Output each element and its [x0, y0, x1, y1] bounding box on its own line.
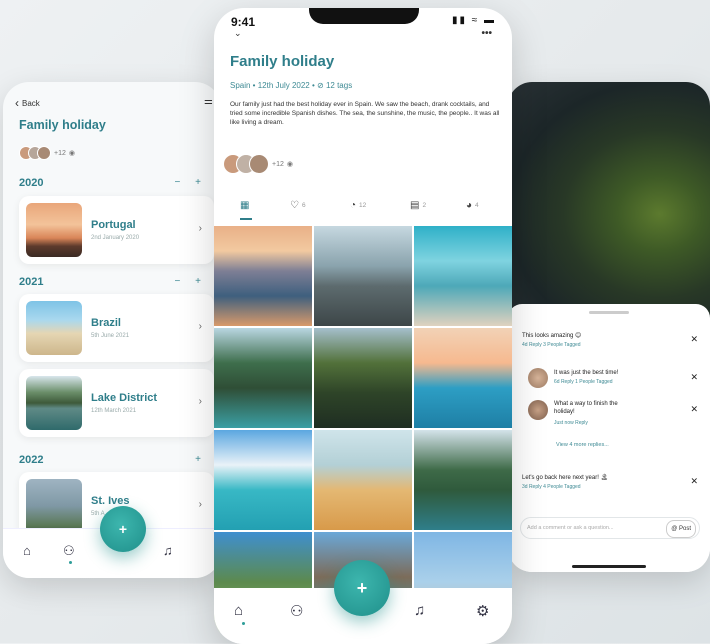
photo-tile[interactable] — [414, 328, 512, 428]
tab-likes[interactable]: ♡ 6 — [290, 200, 306, 211]
comment-input[interactable]: Add a comment or ask a question... @ Pos… — [520, 517, 700, 539]
gear-icon[interactable]: ⚙ — [476, 602, 489, 620]
year-controls[interactable]: − + — [175, 276, 207, 287]
album-meta: Spain • 12th July 2022 • ⊘ 12 tags — [230, 81, 353, 90]
file-icon: ▤ — [410, 200, 420, 211]
close-icon[interactable]: ✕ — [690, 372, 698, 383]
page-title: Family holiday — [19, 118, 106, 132]
grid-icon: ▦ — [240, 200, 250, 211]
notch — [309, 8, 419, 24]
trip-thumbnail — [26, 479, 82, 533]
album-description: Our family just had the best holiday eve… — [230, 101, 500, 126]
year-heading: 2021 — [19, 276, 44, 288]
people-icon[interactable]: ⚇ — [290, 602, 303, 620]
chevron-left-icon: ‹ — [15, 96, 19, 110]
avatar-count: +12 — [54, 149, 66, 157]
avatar-group[interactable]: +12 ◉ — [223, 154, 293, 174]
avatar — [528, 400, 548, 420]
chevron-right-icon: › — [198, 499, 202, 510]
year-controls[interactable]: + — [195, 454, 207, 465]
right-phone: This looks amazing 😊 4d Reply 3 People T… — [508, 82, 710, 572]
chevron-right-icon: › — [198, 223, 202, 234]
left-phone: ‹ Back ⚌ Family holiday +12 ◉ 2020 − + Po… — [3, 82, 221, 578]
people-tag-icon: ◕ — [466, 200, 473, 211]
photo-tile[interactable] — [214, 226, 312, 326]
view-more-replies[interactable]: View 4 more replies... — [556, 442, 609, 448]
trip-thumbnail — [26, 301, 82, 355]
eye-icon: ◉ — [286, 161, 293, 168]
tab-comments[interactable]: ◔ 12 — [350, 200, 366, 211]
center-phone: 9:41 ▮▮ ≈ ▬ ⌄ ••• Family holiday Spain •… — [214, 8, 512, 644]
comments-sheet: This looks amazing 😊 4d Reply 3 People T… — [508, 304, 710, 572]
tab-grid[interactable]: ▦ — [240, 200, 249, 211]
chevron-right-icon: › — [198, 321, 202, 332]
comment-reply: It was just the best time! 6d Reply 1 Pe… — [554, 370, 619, 385]
status-icons: ▮▮ ≈ ▬ — [451, 15, 496, 26]
tab-files[interactable]: ▤ 2 — [410, 200, 426, 211]
trip-card-brazil[interactable]: Brazil 5th June 2021 › — [19, 294, 214, 362]
active-indicator — [242, 622, 245, 625]
home-icon[interactable]: ⌂ — [234, 602, 243, 619]
photo-tile[interactable] — [414, 430, 512, 530]
post-button[interactable]: @ Post — [666, 520, 696, 538]
avatar-count: +12 — [272, 160, 284, 168]
avatar — [249, 154, 269, 174]
close-icon[interactable]: ✕ — [690, 476, 698, 487]
close-icon[interactable]: ✕ — [690, 334, 698, 345]
content-tabs: ▦ ♡ 6 ◔ 12 ▤ 2 ◕ 4 — [214, 200, 512, 224]
avatar-group[interactable]: +12 ◉ — [19, 146, 75, 160]
sheet-handle[interactable] — [589, 311, 629, 314]
trip-thumbnail — [26, 203, 82, 257]
photo-tile[interactable] — [414, 226, 512, 326]
chevron-down-icon[interactable]: ⌄ — [234, 28, 242, 39]
more-icon[interactable]: ••• — [481, 28, 492, 39]
photo-preview — [508, 82, 710, 322]
bell-icon[interactable]: ♫ — [163, 543, 173, 558]
photo-tile[interactable] — [214, 430, 312, 530]
avatar — [37, 146, 51, 160]
people-icon[interactable]: ⚇ — [63, 543, 75, 559]
photo-tile[interactable] — [314, 430, 412, 530]
tag-icon: ⊘ — [317, 81, 326, 90]
comment: Let's go back here next year! 🏝 3d Reply… — [522, 475, 609, 490]
comment-icon: ◔ — [350, 200, 357, 211]
heart-icon: ♡ — [290, 200, 299, 211]
active-tab-indicator — [240, 218, 252, 220]
photo-tile[interactable] — [214, 328, 312, 428]
back-button[interactable]: ‹ Back — [15, 96, 40, 110]
add-button[interactable]: + — [334, 560, 390, 616]
home-icon[interactable]: ⌂ — [23, 543, 31, 558]
avatar — [528, 368, 548, 388]
active-indicator — [69, 561, 72, 564]
bell-icon[interactable]: ♫ — [414, 602, 425, 619]
chevron-right-icon: › — [198, 396, 202, 407]
year-heading: 2022 — [19, 454, 44, 466]
eye-icon: ◉ — [68, 150, 75, 157]
add-button[interactable]: + — [100, 506, 146, 552]
trip-card-portugal[interactable]: Portugal 2nd January 2020 › — [19, 196, 214, 264]
home-indicator — [572, 565, 646, 568]
trip-thumbnail — [26, 376, 82, 430]
comment: This looks amazing 😊 4d Reply 3 People T… — [522, 333, 582, 348]
year-controls[interactable]: − + — [175, 177, 207, 188]
filter-icon[interactable]: ⚌ — [204, 96, 213, 107]
comment-reply: What a way to finish the holiday! Just n… — [554, 401, 618, 426]
photo-tile[interactable] — [314, 226, 412, 326]
year-heading: 2020 — [19, 177, 44, 189]
status-time: 9:41 — [231, 15, 256, 29]
album-title: Family holiday — [230, 53, 335, 70]
photo-tile[interactable] — [314, 328, 412, 428]
tab-people[interactable]: ◕ 4 — [466, 200, 479, 211]
close-icon[interactable]: ✕ — [690, 404, 698, 415]
trip-card-lake-district[interactable]: Lake District 12th March 2021 › — [19, 369, 214, 437]
at-icon: @ — [671, 526, 679, 532]
